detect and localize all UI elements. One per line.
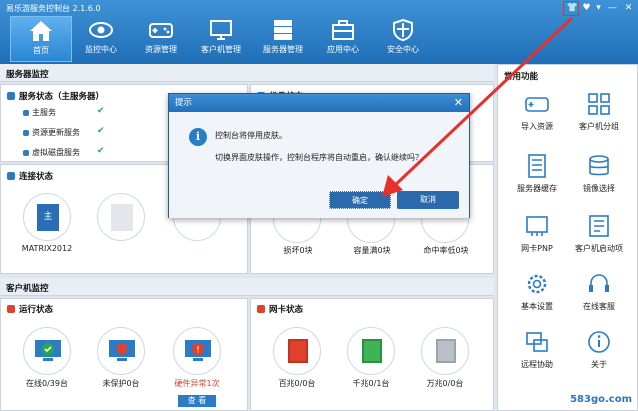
annotation-arrow — [382, 16, 574, 197]
watermark: 583go.com — [570, 394, 632, 405]
annotation-arrow-line — [390, 16, 574, 190]
annotation-arrow-head — [382, 175, 403, 197]
